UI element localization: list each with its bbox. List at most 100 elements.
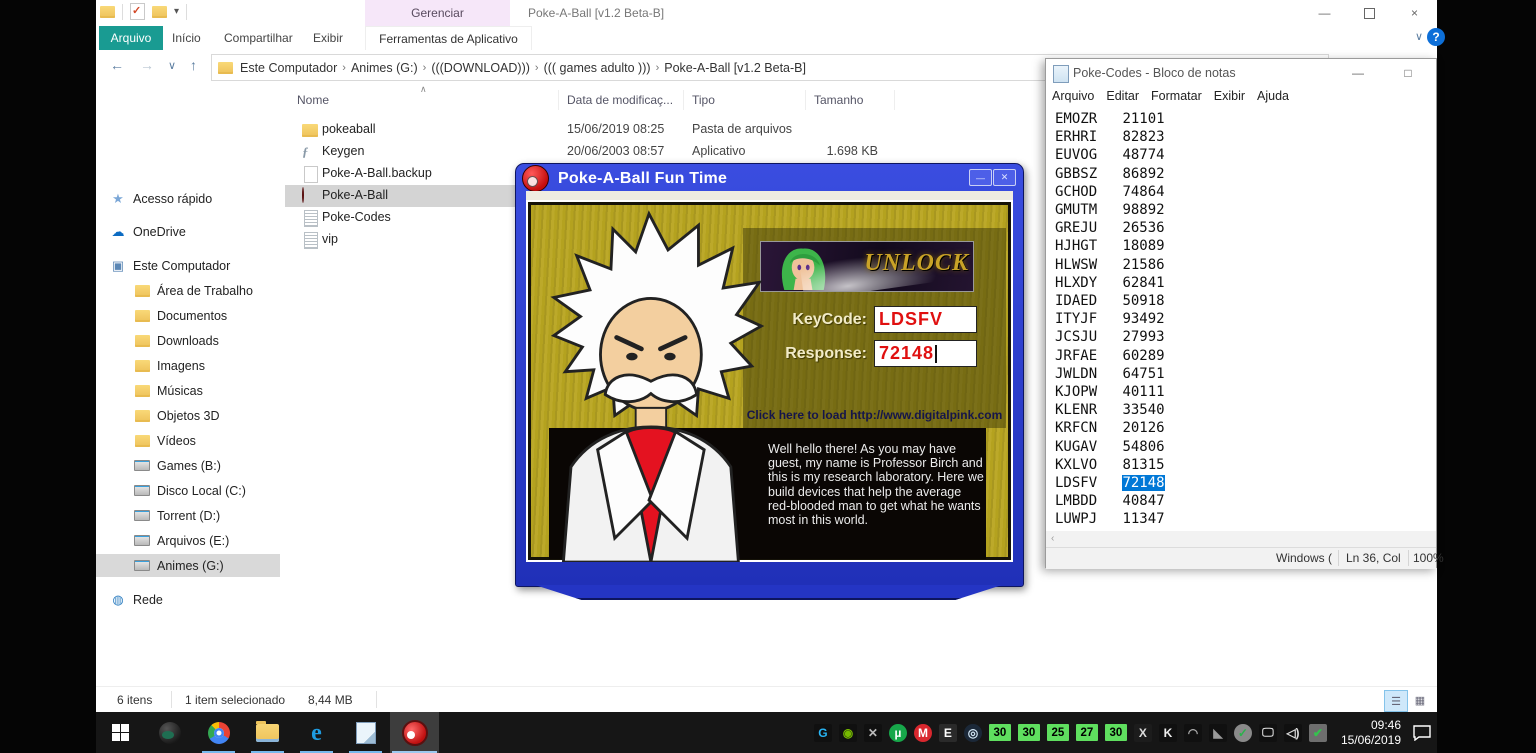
up-arrow-icon[interactable]: ↑	[190, 57, 197, 73]
notepad-icon	[1053, 65, 1069, 83]
taskbar-clock[interactable]: 09:46 15/06/2019	[1341, 718, 1401, 748]
back-arrow-icon[interactable]: ←	[110, 57, 124, 73]
tab-inicio[interactable]: Início	[162, 26, 211, 50]
recent-locations-icon[interactable]: ∨	[168, 59, 176, 72]
code-value: 11347	[1122, 511, 1164, 527]
logitech-icon[interactable]: G	[814, 724, 832, 742]
taskbar-app-edge[interactable]: e	[292, 712, 341, 753]
response-input[interactable]: 72148	[874, 340, 977, 367]
file-row-pokeaball[interactable]: pokeaball15/06/2019 08:25Pasta de arquiv…	[280, 119, 920, 141]
nvidia-icon[interactable]: ◉	[839, 724, 857, 742]
utorrent-icon[interactable]: µ	[889, 724, 907, 742]
code-key: LUWPJ	[1055, 511, 1097, 527]
tab-compartilhar[interactable]: Compartilhar	[214, 26, 303, 50]
breadcrumb-item[interactable]: Poke-A-Ball [v1.2 Beta-B]	[659, 61, 811, 75]
tab-exibir[interactable]: Exibir	[303, 26, 353, 50]
explorer-sidebar: ★Acesso rápido☁OneDrive▣Este ComputadorÁ…	[96, 84, 280, 686]
scroll-left-icon[interactable]: ‹	[1051, 533, 1054, 544]
ribbon-tab-bar: Arquivo Início Compartilhar Exibir Ferra…	[96, 26, 1437, 51]
column-header-nome[interactable]: Nome	[297, 93, 329, 107]
restore-icon	[1364, 8, 1375, 19]
temperature-badge[interactable]: 25	[1047, 724, 1069, 741]
xna-icon[interactable]: X	[1134, 724, 1152, 742]
forward-arrow-icon[interactable]: →	[140, 57, 154, 73]
notepad-menubar: ArquivoEditarFormatarExibirAjuda	[1046, 87, 1436, 107]
breadcrumb-item[interactable]: (((DOWNLOAD)))	[426, 61, 535, 75]
dialog-minimize-button[interactable]: —	[969, 169, 992, 186]
unlock-text: UNLOCK	[864, 250, 969, 277]
sidebar-item-onedrive[interactable]: ☁OneDrive	[96, 220, 288, 243]
volume-icon[interactable]: ◁)	[1284, 724, 1302, 742]
action-center-button[interactable]	[1407, 712, 1437, 753]
taskbar-app-chrome[interactable]	[194, 712, 243, 753]
sidebar-item-este-computador[interactable]: ▣ Este Computador	[96, 254, 288, 277]
sidebar-item-label: Este Computador	[133, 259, 230, 273]
kaspersky-icon[interactable]: K	[1159, 724, 1177, 742]
network-display-icon[interactable]: 🖵	[1259, 724, 1277, 742]
taskbar-app-shareman[interactable]	[145, 712, 194, 753]
code-key: HLWSW	[1055, 257, 1097, 273]
start-button[interactable]	[96, 712, 145, 753]
epic-games-icon[interactable]: E	[939, 724, 957, 742]
dialog-close-button[interactable]: ✕	[993, 169, 1016, 186]
keycode-input[interactable]: LDSFV	[874, 306, 977, 333]
restore-button[interactable]	[1347, 0, 1392, 26]
menu-editar[interactable]: Editar	[1100, 87, 1145, 107]
xsplit-icon[interactable]: ✕	[864, 724, 882, 742]
breadcrumb-item[interactable]: Animes (G:)	[346, 61, 423, 75]
mega-icon[interactable]: M	[914, 724, 932, 742]
taskbar-app-explorer[interactable]	[243, 712, 292, 753]
clock-date: 15/06/2019	[1341, 733, 1401, 748]
text-file-icon	[304, 232, 318, 249]
customize-qat-icon[interactable]: ▾	[174, 6, 179, 17]
quick-access-toolbar: ▾	[100, 3, 187, 20]
ribbon-collapse-icon[interactable]: ∨	[1415, 30, 1423, 43]
code-key: EMOZR	[1055, 111, 1097, 127]
menu-arquivo[interactable]: Arquivo	[1046, 87, 1100, 107]
column-header-data[interactable]: Data de modificaç...	[567, 93, 673, 107]
properties-icon[interactable]	[130, 3, 145, 20]
minimize-button[interactable]: —	[1302, 0, 1347, 26]
sidebar-item-acesso-r-pido[interactable]: ★Acesso rápido	[96, 187, 288, 210]
column-header-tamanho[interactable]: Tamanho	[814, 93, 863, 107]
notepad-text-area[interactable]: EMOZR 21101ERHRI 82823EUVOG 48774GBBSZ 8…	[1046, 107, 1436, 531]
new-folder-icon[interactable]	[152, 6, 167, 18]
temperature-badge[interactable]: 27	[1076, 724, 1098, 741]
code-value: 48774	[1122, 147, 1164, 163]
details-view-button[interactable]: ☰	[1384, 690, 1408, 712]
manage-contextual-tab[interactable]: Gerenciar	[365, 0, 510, 26]
help-icon[interactable]: ?	[1427, 28, 1445, 46]
tab-ferramentas-aplicativo[interactable]: Ferramentas de Aplicativo	[365, 26, 532, 51]
temperature-badge[interactable]: 30	[989, 724, 1011, 741]
tab-arquivo[interactable]: Arquivo	[99, 26, 163, 50]
menu-formatar[interactable]: Formatar	[1145, 87, 1208, 107]
taskbar-app-notepad[interactable]	[341, 712, 390, 753]
sidebar-item-rede[interactable]: ◍Rede	[96, 588, 288, 611]
defender-icon[interactable]: ✓	[1234, 724, 1252, 742]
address-folder-icon	[218, 62, 233, 74]
thumbnail-view-button[interactable]: ▦	[1409, 690, 1431, 710]
menu-exibir[interactable]: Exibir	[1208, 87, 1251, 107]
menu-ajuda[interactable]: Ajuda	[1251, 87, 1295, 107]
backup-ok-icon[interactable]: ✔	[1309, 724, 1327, 742]
notepad-maximize-button[interactable]: □	[1386, 59, 1430, 87]
code-value: 40111	[1122, 384, 1164, 400]
satellite-icon[interactable]: ◠	[1184, 724, 1202, 742]
breadcrumb-item[interactable]: ((( games adulto )))	[539, 61, 656, 75]
mute-icon[interactable]: ◣	[1209, 724, 1227, 742]
taskbar-app-pokeaball[interactable]	[390, 712, 439, 753]
code-key: GBBSZ	[1055, 166, 1097, 182]
notepad-minimize-button[interactable]: —	[1336, 59, 1380, 87]
file-row-keygen[interactable]: ƒKeygen20/06/2003 08:57Aplicativo1.698 K…	[280, 141, 920, 163]
close-button[interactable]: ×	[1392, 0, 1437, 26]
steam-icon[interactable]: ◎	[964, 724, 982, 742]
column-header-tipo[interactable]: Tipo	[692, 93, 715, 107]
digitalpink-link[interactable]: Click here to load http://www.digitalpin…	[743, 408, 1006, 422]
breadcrumb-item[interactable]: Este Computador	[235, 61, 342, 75]
notepad-horizontal-scrollbar[interactable]: ‹	[1046, 531, 1436, 547]
temperature-badge[interactable]: 30	[1018, 724, 1040, 741]
temperature-badge[interactable]: 30	[1105, 724, 1127, 741]
pc-icon: ▣	[110, 258, 126, 274]
code-line: HLWSW 21586	[1055, 257, 1165, 275]
code-key: GMUTM	[1055, 202, 1097, 218]
